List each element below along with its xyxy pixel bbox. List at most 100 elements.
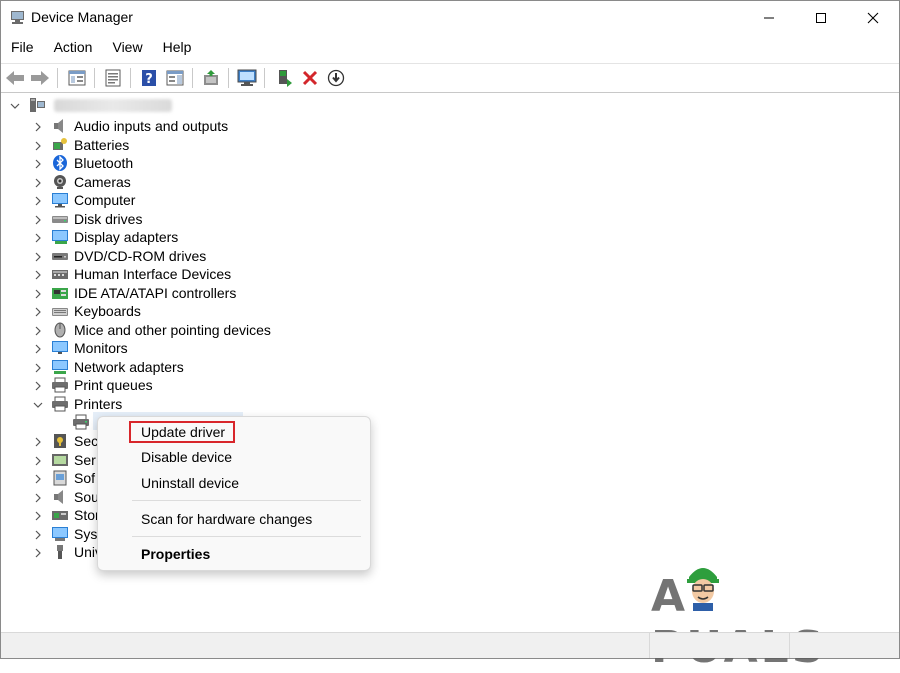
- status-bar-pane: [649, 633, 789, 658]
- help-button[interactable]: ?: [138, 67, 160, 89]
- back-arrow-icon: [6, 71, 24, 85]
- uninstall-device-toolbar-button[interactable]: [299, 67, 321, 89]
- expand-chevron-icon[interactable]: [33, 548, 43, 558]
- toolbar: ?: [1, 63, 899, 93]
- expand-chevron-icon[interactable]: [33, 122, 43, 132]
- close-button[interactable]: [848, 1, 898, 34]
- expand-chevron-icon[interactable]: [33, 159, 43, 169]
- back-button[interactable]: [4, 67, 26, 89]
- printer-icon[interactable]: [72, 414, 90, 430]
- help-icon: ?: [142, 70, 156, 87]
- update-driver-toolbar-button[interactable]: [200, 67, 222, 89]
- computer-icon: [52, 193, 68, 208]
- expand-chevron-icon[interactable]: [33, 474, 43, 484]
- update-driver-icon: [204, 70, 218, 85]
- tree-category-label[interactable]: Sec: [74, 433, 98, 449]
- computer-name-blurred[interactable]: [54, 99, 172, 112]
- device-list-view-button[interactable]: [66, 67, 88, 89]
- tree-category-label[interactable]: Cameras: [74, 174, 131, 190]
- expand-chevron-icon[interactable]: [33, 233, 43, 243]
- mouse-icon: [54, 322, 66, 337]
- tree-category-label[interactable]: Display adapters: [74, 229, 178, 245]
- scan-hardware-button[interactable]: [236, 67, 258, 89]
- tree-category-label[interactable]: Computer: [74, 192, 135, 208]
- expand-chevron-icon[interactable]: [33, 326, 43, 336]
- title-bar[interactable]: Device Manager: [1, 1, 899, 34]
- expand-chevron-icon[interactable]: [33, 307, 43, 317]
- tree-category-label[interactable]: Bluetooth: [74, 155, 133, 171]
- collapse-chevron-icon[interactable]: [10, 101, 20, 111]
- disk-drive-icon: [52, 215, 68, 223]
- dvd-drive-icon: [52, 252, 68, 260]
- device-manager-app-icon: [11, 11, 24, 24]
- tree-category-label[interactable]: Monitors: [74, 340, 128, 356]
- print-queue-icon: [52, 377, 68, 393]
- tree-category-label[interactable]: Sou: [74, 489, 99, 505]
- expand-chevron-icon[interactable]: [33, 196, 43, 206]
- tree-category-label[interactable]: Ser: [74, 452, 96, 468]
- bluetooth-icon: [53, 155, 67, 171]
- context-menu-properties[interactable]: Properties: [141, 546, 210, 562]
- forward-button[interactable]: [29, 67, 51, 89]
- tree-category-label[interactable]: IDE ATA/ATAPI controllers: [74, 285, 236, 301]
- expand-chevron-icon[interactable]: [33, 252, 43, 262]
- speaker-icon: [54, 119, 63, 133]
- tree-category-label[interactable]: Batteries: [74, 137, 129, 153]
- remove-device-icon: [302, 70, 318, 86]
- device-manager-window: Device Manager File Action View Help ? A…: [0, 0, 900, 673]
- storage-controller-icon: [52, 511, 68, 520]
- expand-chevron-icon[interactable]: [33, 456, 43, 466]
- svg-text:?: ?: [145, 72, 153, 87]
- expand-chevron-icon[interactable]: [33, 437, 43, 447]
- software-device-icon: [53, 470, 67, 486]
- expand-chevron-icon[interactable]: [33, 178, 43, 188]
- tree-category-label[interactable]: Audio inputs and outputs: [74, 118, 228, 134]
- properties-button[interactable]: [102, 67, 124, 89]
- tree-category-label[interactable]: Stor: [74, 507, 100, 523]
- expand-chevron-icon[interactable]: [33, 289, 43, 299]
- menu-view[interactable]: View: [102, 37, 152, 59]
- context-menu-uninstall-device[interactable]: Uninstall device: [141, 475, 239, 491]
- expand-chevron-icon[interactable]: [33, 493, 43, 503]
- tree-category-label[interactable]: Printers: [74, 396, 122, 412]
- context-menu-separator: [132, 536, 361, 537]
- toolbar-separator: [192, 68, 193, 88]
- expand-chevron-icon[interactable]: [33, 215, 43, 225]
- context-menu: Update driver Disable device Uninstall d…: [97, 416, 371, 571]
- tree-category-label[interactable]: Network adapters: [74, 359, 184, 375]
- tree-category-label[interactable]: DVD/CD-ROM drives: [74, 248, 206, 264]
- tree-category-label[interactable]: Keyboards: [74, 303, 141, 319]
- computer-root-icon: [30, 98, 45, 112]
- appuals-watermark: A PUALS: [651, 561, 871, 673]
- expand-chevron-icon[interactable]: [33, 363, 43, 373]
- camera-icon: [54, 174, 66, 189]
- expand-chevron-icon[interactable]: [33, 344, 43, 354]
- context-menu-update-driver[interactable]: Update driver: [141, 424, 225, 440]
- expand-chevron-icon[interactable]: [33, 141, 43, 151]
- menu-action[interactable]: Action: [44, 37, 103, 59]
- tree-category-label[interactable]: Print queues: [74, 377, 153, 393]
- tree-category-label[interactable]: Human Interface Devices: [74, 266, 231, 282]
- maximize-icon: [816, 12, 826, 23]
- tree-category-label[interactable]: Sof: [74, 470, 95, 486]
- collapse-chevron-icon[interactable]: [33, 400, 43, 410]
- toolbar-separator: [264, 68, 265, 88]
- tree-category-label[interactable]: Sys: [74, 526, 97, 542]
- tree-category-label[interactable]: Disk drives: [74, 211, 142, 227]
- minimize-button[interactable]: [744, 1, 794, 34]
- menu-help[interactable]: Help: [153, 37, 202, 59]
- ide-controller-icon: [52, 287, 68, 299]
- context-menu-scan-hardware[interactable]: Scan for hardware changes: [141, 511, 312, 527]
- expand-chevron-icon[interactable]: [33, 381, 43, 391]
- enable-device-button[interactable]: [273, 67, 295, 89]
- system-device-icon: [52, 526, 68, 541]
- maximize-button[interactable]: [796, 1, 846, 34]
- tree-category-label[interactable]: Mice and other pointing devices: [74, 322, 271, 338]
- expand-chevron-icon[interactable]: [33, 530, 43, 540]
- context-menu-disable-device[interactable]: Disable device: [141, 449, 232, 465]
- download-driver-button[interactable]: [325, 67, 347, 89]
- expand-chevron-icon[interactable]: [33, 511, 43, 521]
- action-pane-button[interactable]: [164, 67, 186, 89]
- menu-file[interactable]: File: [1, 37, 44, 59]
- expand-chevron-icon[interactable]: [33, 270, 43, 280]
